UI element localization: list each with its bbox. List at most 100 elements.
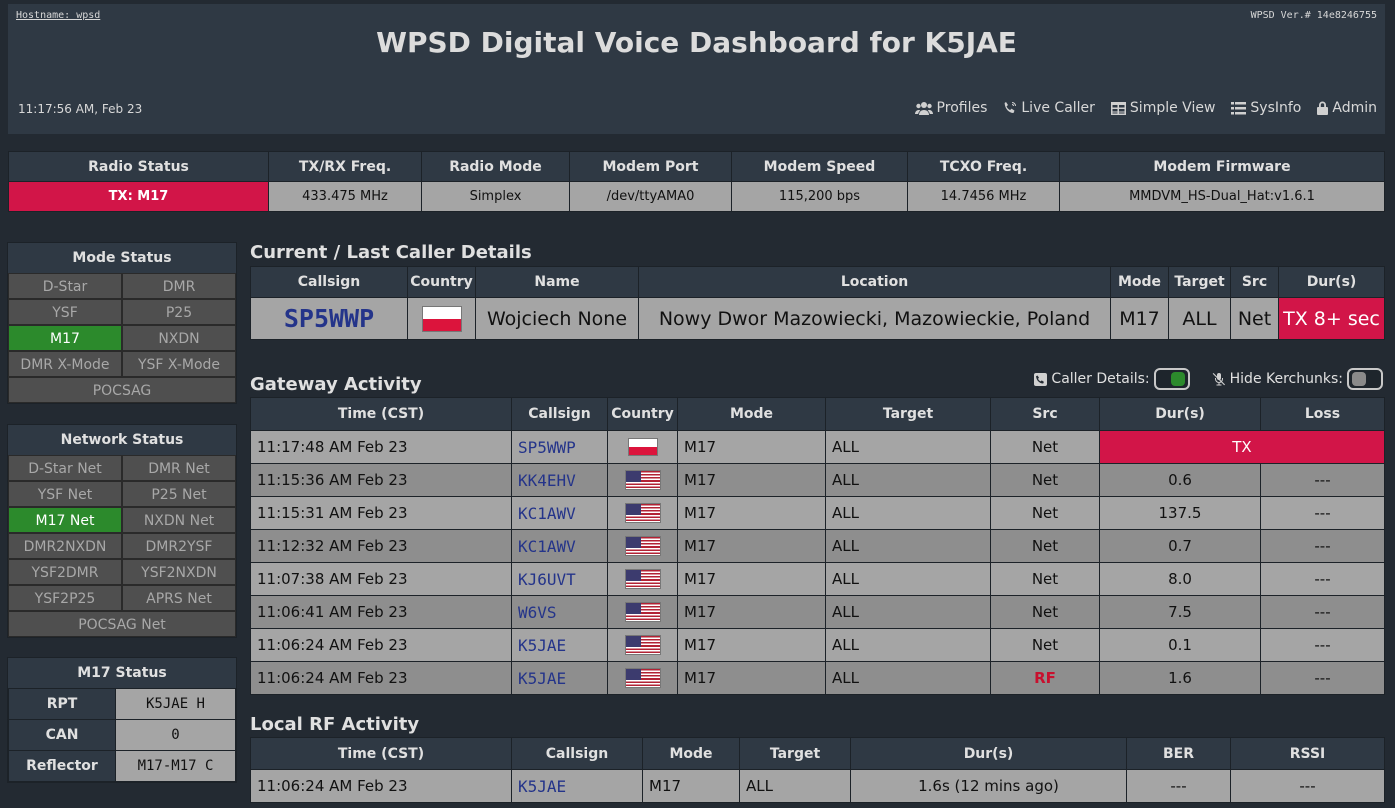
hostname-link[interactable]: Hostname: wpsd [16, 10, 100, 21]
header-bar: Hostname: wpsd WPSD Ver.# 14e8246755 WPS… [8, 4, 1385, 134]
net-dstar: D-Star Net [8, 455, 122, 481]
caller-mode: M17 [1110, 297, 1169, 340]
poland-flag-icon [421, 305, 462, 332]
gw-mode: M17 [677, 661, 826, 695]
gw-time: 11:06:24 AM Feb 23 [250, 628, 512, 662]
gw-callsign-link[interactable]: SP5WWP [511, 430, 608, 464]
gw-callsign-link[interactable]: KJ6UVT [511, 562, 608, 596]
gw-src: Net [990, 562, 1100, 596]
mode-dmr: DMR [122, 273, 236, 299]
gw-time: 11:06:41 AM Feb 23 [250, 595, 512, 629]
modem-port-header: Modem Port [569, 151, 732, 182]
mode-m17: M17 [8, 325, 122, 351]
gw-src: Net [990, 628, 1100, 662]
nav-sysinfo[interactable]: SysInfo [1231, 100, 1301, 116]
net-dmr2nxdn: DMR2NXDN [8, 533, 122, 559]
gw-loss-header: Loss [1260, 397, 1385, 431]
gw-time: 11:06:24 AM Feb 23 [250, 661, 512, 695]
page-title: WPSD Digital Voice Dashboard for K5JAE [376, 26, 1017, 59]
lrf-ber: --- [1126, 769, 1231, 803]
list-icon [1231, 101, 1247, 114]
caller-mode-header: Mode [1110, 266, 1169, 298]
gw-callsign-link[interactable]: KC1AWV [511, 496, 608, 530]
tcxo-header: TCXO Freq. [907, 151, 1060, 182]
gw-mode: M17 [677, 496, 826, 530]
gw-src-header: Src [990, 397, 1100, 431]
gw-target: ALL [825, 661, 991, 695]
lrf-ber-header: BER [1126, 737, 1231, 770]
network-status-panel: Network Status D-Star Net DMR Net YSF Ne… [7, 424, 237, 638]
net-dmr2ysf: DMR2YSF [122, 533, 236, 559]
table-row: 11:15:31 AM Feb 23 KC1AWV M17 ALL Net 13… [250, 496, 1385, 530]
gw-callsign-link[interactable]: K5JAE [511, 628, 608, 662]
gw-dur-header: Dur(s) [1099, 397, 1261, 431]
gw-callsign-link[interactable]: W6VS [511, 595, 608, 629]
gw-mode: M17 [677, 430, 826, 464]
gw-src: Net [990, 595, 1100, 629]
gw-time: 11:07:38 AM Feb 23 [250, 562, 512, 596]
caller-target-header: Target [1168, 266, 1231, 298]
caller-callsign-link[interactable]: SP5WWP [250, 297, 408, 340]
table-row: 11:06:24 AM Feb 23 K5JAE M17 ALL Net 0.1… [250, 628, 1385, 662]
m17-status-title: M17 Status [77, 665, 167, 681]
caller-country [407, 297, 476, 340]
gw-dur: 8.0 [1099, 562, 1261, 596]
net-dmr: DMR Net [122, 455, 236, 481]
nav-simple-view-label: Simple View [1129, 100, 1216, 116]
m17-reflector-key: Reflector [8, 750, 116, 782]
nav-sysinfo-label: SysInfo [1250, 100, 1302, 116]
net-nxdn: NXDN Net [122, 507, 236, 533]
m17-rpt-value: K5JAE H [115, 688, 236, 720]
caller-location-header: Location [638, 266, 1111, 298]
gw-callsign-link[interactable]: KK4EHV [511, 463, 608, 497]
caller-callsign-header: Callsign [250, 266, 408, 298]
lrf-rssi: --- [1230, 769, 1385, 803]
lrf-dur: 1.6s (12 mins ago) [850, 769, 1127, 803]
gw-src: Net [990, 529, 1100, 563]
caller-details-table: Callsign Country Name Location Mode Targ… [250, 266, 1385, 340]
net-p25: P25 Net [122, 481, 236, 507]
caller-details-toggle[interactable] [1153, 368, 1190, 390]
table-row: 11:15:36 AM Feb 23 KK4EHV M17 ALL Net 0.… [250, 463, 1385, 497]
mode-status-title: Mode Status [72, 250, 172, 266]
gw-callsign-link[interactable]: KC1AWV [511, 529, 608, 563]
usa-flag-icon [624, 536, 661, 556]
hide-kerchunks-label: Hide Kerchunks: [1229, 371, 1343, 387]
gw-dur: 0.7 [1099, 529, 1261, 563]
mode-pocsag: POCSAG [8, 377, 236, 403]
lrf-callsign-link[interactable]: K5JAE [511, 769, 643, 803]
nav-profiles[interactable]: Profiles [914, 100, 987, 116]
usa-flag-icon [624, 668, 661, 688]
mode-nxdn: NXDN [122, 325, 236, 351]
gw-mode-header: Mode [677, 397, 826, 431]
nav-admin[interactable]: Admin [1317, 100, 1377, 116]
caller-section-title: Current / Last Caller Details [250, 242, 532, 263]
gw-country [607, 595, 678, 629]
lrf-target: ALL [739, 769, 851, 803]
lrf-mode: M17 [642, 769, 740, 803]
caller-location: Nowy Dwor Mazowiecki, Mazowieckie, Polan… [638, 297, 1111, 340]
lock-icon [1317, 101, 1329, 115]
gw-country [607, 628, 678, 662]
m17-rpt-key: RPT [8, 688, 116, 720]
caller-details-toggle-group: Caller Details: [1034, 368, 1190, 390]
m17-can-value: 0 [115, 719, 236, 751]
nav-live-caller-label: Live Caller [1021, 100, 1095, 116]
gw-loss: --- [1260, 529, 1385, 563]
nav-simple-view[interactable]: Simple View [1110, 100, 1216, 116]
local-rf-section-title: Local RF Activity [250, 714, 420, 735]
lrf-time-header: Time (CST) [250, 737, 512, 770]
hide-kerchunks-toggle[interactable] [1347, 368, 1383, 390]
gw-callsign-link[interactable]: K5JAE [511, 661, 608, 695]
mode-status-panel: Mode Status D-Star DMR YSF P25 M17 NXDN … [7, 242, 237, 404]
gw-loss: --- [1260, 628, 1385, 662]
caller-dur-header: Dur(s) [1278, 266, 1385, 298]
lrf-rssi-header: RSSI [1230, 737, 1385, 770]
table-row: 11:12:32 AM Feb 23 KC1AWV M17 ALL Net 0.… [250, 529, 1385, 563]
clock-label: 11:17:56 AM, Feb 23 [18, 102, 143, 116]
m17-reflector-value: M17-M17 C [115, 750, 236, 782]
mode-ysf: YSF [8, 299, 122, 325]
users-icon [914, 102, 933, 115]
gw-target: ALL [825, 496, 991, 530]
nav-live-caller[interactable]: Live Caller [1003, 100, 1095, 116]
